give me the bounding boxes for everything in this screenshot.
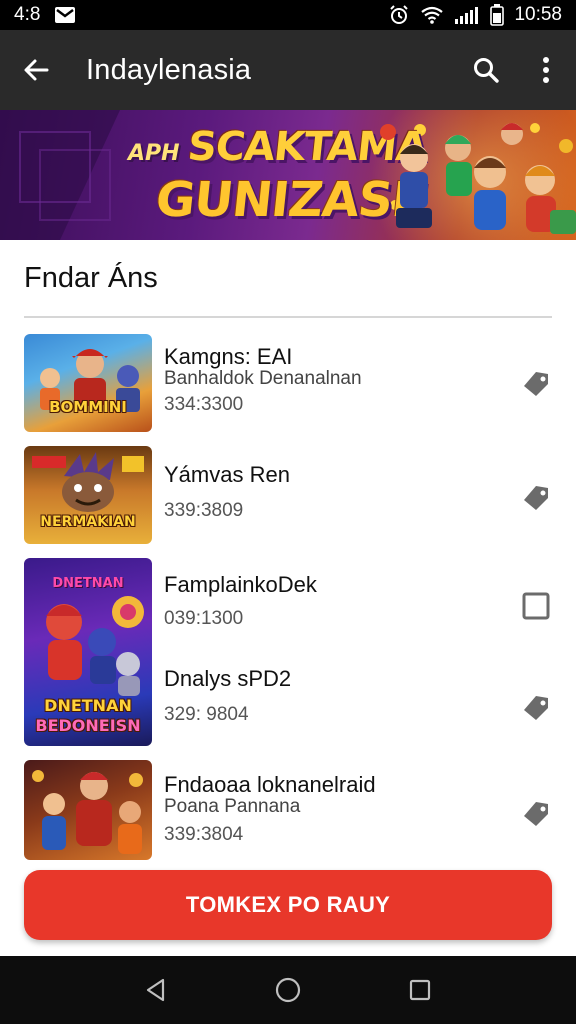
status-time-left: 4:8: [14, 4, 41, 25]
square-recents-icon: [409, 979, 431, 1001]
item-subtitle: Poana Pannana: [164, 796, 301, 817]
banner-characters-image: [380, 123, 576, 234]
item-title: Kamgns: EAI: [164, 344, 293, 369]
item-subtitle: Banhaldok Denanalnan: [164, 368, 362, 389]
game-thumbnail: BOMMINI: [24, 334, 152, 432]
alarm-icon: [388, 4, 410, 26]
list-item[interactable]: Fndaoaa loknanelraid Poana Pannana 339:3…: [0, 758, 576, 862]
item-number: 339:3804: [164, 824, 244, 845]
tag-icon: [524, 802, 548, 826]
signal-icon: [454, 5, 480, 25]
checkbox-icon: [522, 592, 550, 620]
thumbnail-caption-2: BEDONEISN: [35, 716, 141, 735]
nav-back-button[interactable]: [126, 960, 186, 1020]
item-title: FamplainkoDek: [164, 572, 317, 597]
promo-banner[interactable]: APH SCAKTAMA GUNIZASI!: [0, 110, 576, 240]
primary-action-label: TOMKEX PO RAUY: [185, 892, 391, 917]
item-tag-button[interactable]: [514, 362, 558, 406]
gmail-icon: [54, 6, 76, 24]
game-thumbnail: [24, 760, 152, 860]
item-tag-button[interactable]: [514, 686, 558, 730]
game-thumbnail-tall: DNETNAN DNETNAN BEDONEISN: [24, 558, 152, 746]
back-button[interactable]: [0, 30, 72, 110]
app-bar: Indaylenasia: [0, 30, 576, 110]
thumbnail-caption: NERMAKIAN: [40, 514, 136, 530]
app-title: Indaylenasia: [86, 53, 252, 86]
item-title: Fndaoaa loknanelraid: [164, 772, 376, 797]
game-thumbnail: NERMAKIAN: [24, 446, 152, 544]
item-tag-button[interactable]: [514, 792, 558, 836]
wifi-icon: [420, 5, 444, 25]
more-vertical-icon: [543, 57, 549, 83]
list-item[interactable]: NERMAKIAN Yámvas Ren 339:3809: [0, 442, 576, 550]
navigation-bar: [0, 956, 576, 1024]
item-title: Dnalys sPD2: [164, 666, 292, 691]
section-title: Fndar Áns: [24, 262, 158, 294]
thumbnail-caption: BOMMINI: [49, 398, 127, 416]
item-tag-button[interactable]: [514, 476, 558, 520]
search-button[interactable]: [456, 30, 516, 110]
thumbnail-caption: DNETNAN: [44, 696, 132, 715]
primary-action-button[interactable]: TOMKEX PO RAUY: [24, 870, 552, 940]
item-checkbox[interactable]: [514, 584, 558, 628]
list-item[interactable]: FamplainkoDek 039:1300: [152, 560, 576, 654]
item-title: Yámvas Ren: [164, 462, 290, 487]
item-number: 329: 9804: [164, 704, 249, 725]
tag-icon: [524, 696, 548, 720]
overflow-menu-button[interactable]: [516, 30, 576, 110]
list-item[interactable]: BOMMINI Kamgns: EAI Banhaldok Denanalnan…: [0, 330, 576, 438]
section-divider: [24, 316, 552, 318]
item-number: 339:3809: [164, 500, 244, 521]
thumbnail-top-caption: DNETNAN: [52, 576, 124, 591]
circle-home-icon: [275, 977, 301, 1003]
nav-home-button[interactable]: [258, 960, 318, 1020]
item-number: 334:3300: [164, 394, 244, 415]
tag-icon: [524, 372, 548, 396]
banner-prefix: APH: [128, 141, 180, 166]
item-number: 039:1300: [164, 608, 244, 629]
battery-icon: [490, 4, 505, 26]
triangle-back-icon: [146, 978, 165, 1002]
nav-recents-button[interactable]: [390, 960, 450, 1020]
screen: 4:8 10:58 Indaylenasia APH SCAKTAMA GUNI…: [0, 0, 576, 1024]
tag-icon: [524, 486, 548, 510]
search-icon: [474, 58, 499, 83]
list-item[interactable]: Dnalys sPD2 329: 9804: [152, 656, 576, 750]
status-time-right: 10:58: [514, 4, 562, 25]
status-bar: 4:8 10:58: [0, 0, 576, 30]
arrow-left-icon: [24, 59, 49, 81]
